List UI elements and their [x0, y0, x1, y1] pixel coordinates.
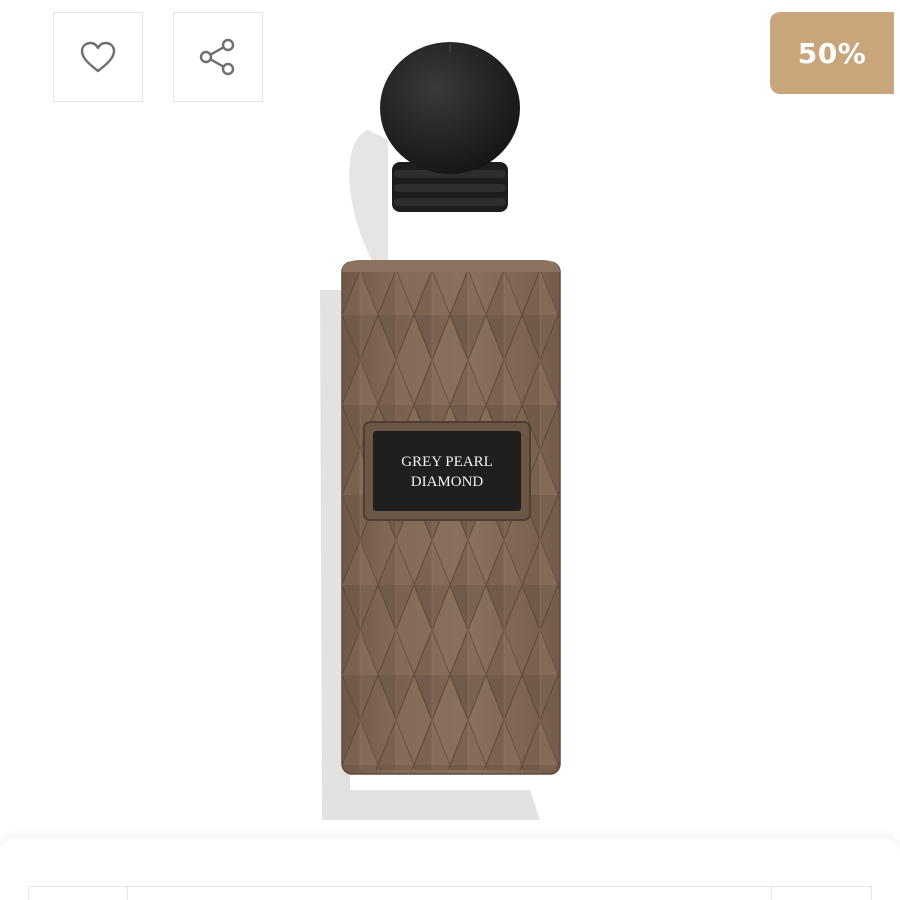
bottle-label-line1: GREY PEARL	[401, 454, 493, 470]
product-details-panel	[0, 838, 900, 900]
product-gallery: 50% GREY PEARL DIAMOND	[0, 0, 900, 900]
wishlist-button[interactable]	[53, 12, 143, 102]
heart-icon	[79, 40, 117, 74]
option-cell-middle[interactable]	[128, 887, 772, 900]
bottle-label-line2: DIAMOND	[411, 474, 484, 490]
share-button[interactable]	[173, 12, 263, 102]
share-icon	[198, 37, 238, 77]
option-row	[28, 886, 872, 900]
discount-badge: 50%	[770, 12, 894, 94]
discount-text: 50%	[797, 36, 867, 70]
option-cell-right[interactable]	[772, 887, 871, 900]
product-image[interactable]: GREY PEARL DIAMOND	[280, 30, 600, 830]
option-cell-left[interactable]	[29, 887, 128, 900]
